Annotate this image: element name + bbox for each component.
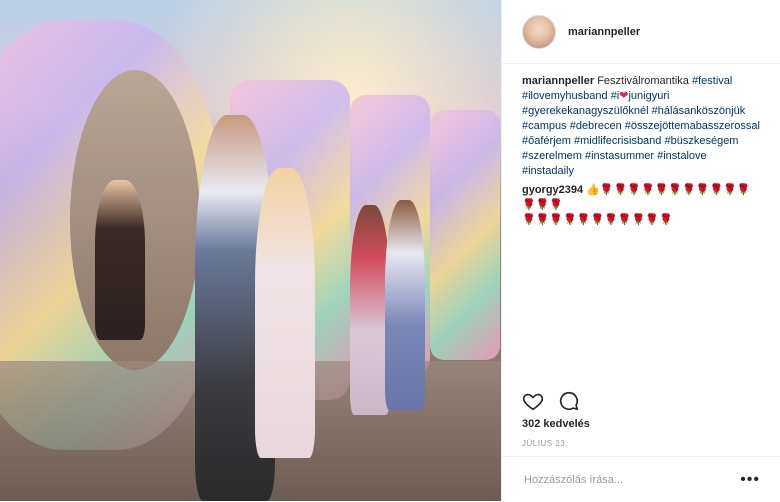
comment-username[interactable]: gyorgy2394: [522, 184, 583, 196]
more-options-icon[interactable]: •••: [740, 471, 760, 487]
caption-text: Fesztiválromantika: [597, 75, 689, 87]
hashtag-instadaily[interactable]: #instadaily: [522, 165, 574, 177]
post-photo[interactable]: [0, 0, 501, 501]
hashtag-osszejottemabasszerossal[interactable]: #összejöttemabasszerossal: [625, 120, 760, 132]
comment-input[interactable]: [522, 472, 741, 487]
hashtag-halasankoszonjuk[interactable]: #hálásanköszönjük: [652, 105, 746, 117]
photo-woman: [255, 168, 315, 458]
hashtag-junigyuri[interactable]: junigyuri: [628, 90, 669, 102]
avatar[interactable]: [522, 14, 556, 49]
comment-emoji-line-2: 🌹🌹🌹🌹🌹🌹🌹🌹🌹🌹🌹: [522, 214, 673, 226]
hashtag-campus[interactable]: #campus: [522, 120, 567, 132]
hashtag-i[interactable]: #i: [611, 90, 620, 102]
photo-girl-2: [385, 200, 425, 410]
hashtag-instalove[interactable]: #instalove: [657, 150, 707, 162]
hashtag-ilovemyhusband[interactable]: #ilovemyhusband: [522, 90, 608, 102]
photo-bystander: [95, 180, 145, 340]
hashtag-gyerekekanagyszuloknel[interactable]: #gyerekekanagyszülőknél: [522, 105, 649, 117]
post-header: mariannpeller: [502, 0, 780, 64]
caption-username[interactable]: mariannpeller: [522, 75, 594, 87]
hashtag-buszkesegem[interactable]: #büszkeségem: [664, 135, 738, 147]
hashtag-oaferjem[interactable]: #őaférjem: [522, 135, 571, 147]
header-username[interactable]: mariannpeller: [568, 26, 640, 38]
caption: mariannpeller Fesztiválromantika #festiv…: [522, 74, 760, 179]
likes-count[interactable]: 302 kedvelés: [522, 418, 590, 430]
heart-icon[interactable]: [522, 390, 544, 412]
instagram-post: mariannpeller mariannpeller Fesztiválrom…: [0, 0, 780, 501]
add-comment-bar: •••: [502, 456, 780, 502]
photo-girl-1: [350, 205, 390, 415]
comment-bubble-icon[interactable]: [558, 390, 580, 412]
action-bar: [522, 390, 580, 412]
comments-list: mariannpeller Fesztiválromantika #festiv…: [502, 64, 780, 228]
post-sidebar: mariannpeller mariannpeller Fesztiválrom…: [501, 0, 780, 501]
hashtag-festival[interactable]: #festival: [692, 75, 732, 87]
hashtag-szerelmem[interactable]: #szerelmem: [522, 150, 582, 162]
photo-letter-s: [430, 110, 500, 360]
comment-item: gyorgy2394 👍🌹🌹🌹🌹🌹🌹🌹🌹🌹🌹🌹🌹🌹🌹 🌹🌹🌹🌹🌹🌹🌹🌹🌹🌹🌹: [522, 183, 760, 228]
hashtag-instasummer[interactable]: #instasummer: [585, 150, 654, 162]
post-date[interactable]: JÚLIUS 23.: [522, 439, 568, 448]
hashtag-debrecen[interactable]: #debrecen: [570, 120, 622, 132]
hashtag-midlifecrisisband[interactable]: #midlifecrisisband: [574, 135, 661, 147]
